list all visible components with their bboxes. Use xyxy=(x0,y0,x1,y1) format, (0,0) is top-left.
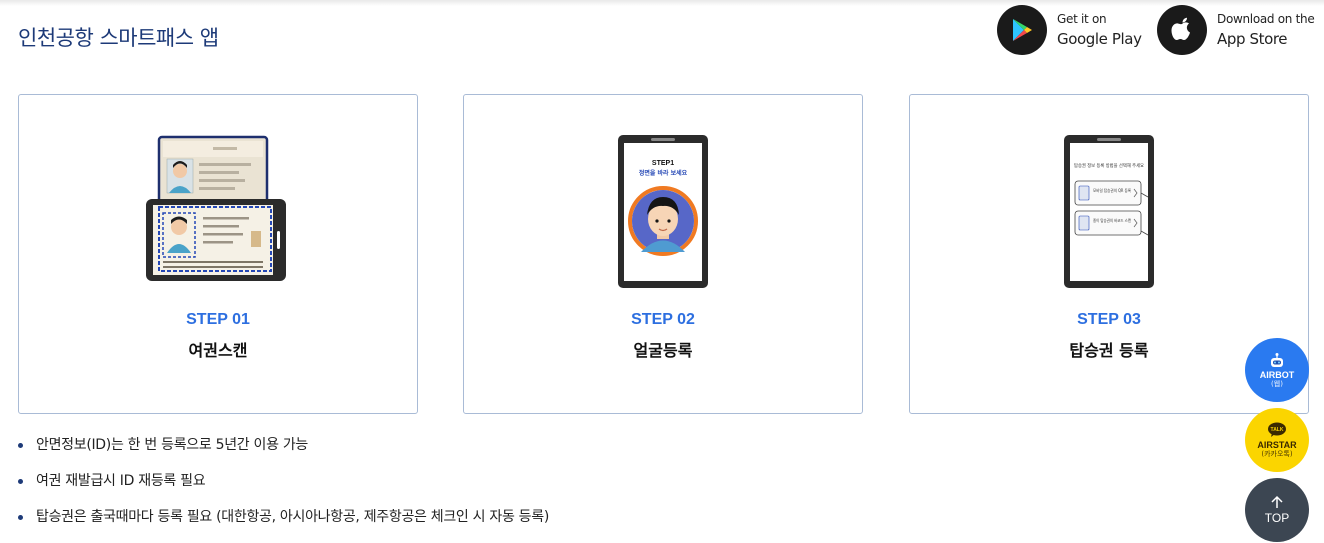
step-label: STEP 02 xyxy=(631,311,695,328)
airstar-sub: (카카오톡) xyxy=(1261,449,1293,458)
google-play-button[interactable]: Get it on Google Play xyxy=(997,4,1142,56)
note-text: 안면정보(ID)는 한 번 등록으로 5년간 이용 가능 xyxy=(36,437,309,453)
step-label: STEP 03 xyxy=(1077,311,1141,328)
airbot-sub: (웹) xyxy=(1271,379,1283,388)
list-item: 탑승권은 출국때마다 등록 필요 (대한항공, 아시아나항공, 제주항공은 체크… xyxy=(18,506,549,542)
arrow-up-icon xyxy=(1271,495,1283,508)
page-title: 인천공항 스마트패스 앱 xyxy=(18,26,219,50)
airbot-label: AIRBOT xyxy=(1259,369,1295,380)
app-store-line2: App Store xyxy=(1217,30,1288,48)
airstar-button[interactable]: TALK AIRSTAR (카카오톡) xyxy=(1245,408,1309,472)
screen-instruction-text: 정면을 바라 보세요 xyxy=(639,169,688,177)
bullet-icon xyxy=(18,443,23,448)
step-card-1: STEP 01 여권스캔 xyxy=(18,94,418,414)
passport-scan-illustration xyxy=(19,135,417,290)
list-item: 여권 재발급시 ID 재등록 필요 xyxy=(18,470,549,506)
boarding-pass-illustration: 탑승권 정보 등록 방법을 선택해 주세요 모바일 탑승권의 QR 등록 종이 … xyxy=(910,135,1308,290)
talk-badge: TALK xyxy=(1271,427,1284,433)
bullet-icon xyxy=(18,515,23,520)
app-store-line1: Download on the xyxy=(1217,12,1315,26)
app-store-button[interactable]: Download on the App Store xyxy=(1157,4,1315,56)
google-play-line2: Google Play xyxy=(1057,30,1142,48)
note-text: 탑승권은 출국때마다 등록 필요 (대한항공, 아시아나항공, 제주항공은 체크… xyxy=(36,509,550,525)
top-label: TOP xyxy=(1264,511,1290,525)
kakaotalk-icon: TALK xyxy=(1268,422,1286,437)
bullet-icon xyxy=(18,479,23,484)
top-button[interactable]: TOP xyxy=(1245,478,1309,542)
google-play-icon xyxy=(997,5,1047,55)
step-card-2: STEP1 정면을 바라 보세요 STEP 02 얼굴등록 xyxy=(463,94,863,414)
airstar-label: AIRSTAR xyxy=(1257,439,1297,450)
screen-heading-text: 탑승권 정보 등록 방법을 선택해 주세요 xyxy=(1074,162,1144,169)
step-label: STEP 01 xyxy=(186,311,250,328)
screen-option-1: 모바일 탑승권의 QR 등록 xyxy=(1093,187,1131,193)
apple-icon xyxy=(1157,5,1207,55)
list-item: 안면정보(ID)는 한 번 등록으로 5년간 이용 가능 xyxy=(18,434,549,470)
notes-list: 안면정보(ID)는 한 번 등록으로 5년간 이용 가능 여권 재발급시 ID … xyxy=(18,434,549,542)
robot-icon xyxy=(1271,352,1283,367)
face-register-illustration: STEP1 정면을 바라 보세요 xyxy=(464,135,862,290)
step-title: 여권스캔 xyxy=(188,341,248,360)
airbot-button[interactable]: AIRBOT (웹) xyxy=(1245,338,1309,402)
note-text: 여권 재발급시 ID 재등록 필요 xyxy=(36,473,206,489)
step-title: 얼굴등록 xyxy=(633,341,693,360)
screen-step-text: STEP1 xyxy=(652,160,674,167)
screen-option-2: 종이 탑승권의 바코드 스캔 xyxy=(1093,217,1131,223)
google-play-line1: Get it on xyxy=(1057,12,1107,26)
